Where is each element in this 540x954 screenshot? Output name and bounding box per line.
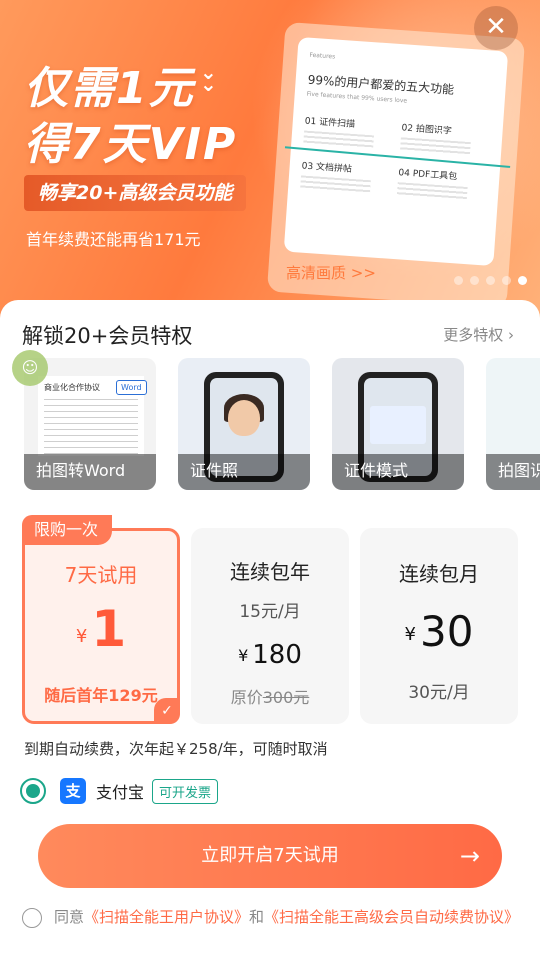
close-icon: ✕: [485, 12, 507, 42]
plan-price: ¥180: [238, 640, 302, 670]
plan-price: ¥1: [75, 600, 127, 658]
plan-per-month: 30元/月: [408, 683, 470, 703]
preview-small-label: Features: [309, 51, 336, 61]
preview-item: 03 文档拼帖: [300, 158, 391, 195]
plan-yearly[interactable]: 连续包年 15元/月 ¥180 原价300元: [191, 528, 349, 724]
check-icon: ✓: [154, 698, 180, 724]
feature-label: 证件模式: [332, 454, 464, 490]
alipay-icon: 支: [60, 778, 86, 804]
android-icon: ☺: [12, 350, 48, 386]
chevron-right-icon: ›: [508, 326, 514, 344]
invoice-badge: 可开发票: [152, 778, 219, 804]
plan-name: 连续包月: [399, 562, 479, 586]
carousel-dot[interactable]: [470, 276, 479, 285]
radio-selected[interactable]: [20, 778, 46, 804]
renewal-note: 到期自动续费，次年起￥258/年，可随时取消: [24, 740, 328, 758]
headline-line2: 得7天VIP: [24, 119, 238, 170]
plan-name: 连续包年: [230, 560, 310, 584]
agreement-text: 同意《扫描全能王用户协议》和《扫描全能王高级会员自动续费协议》: [54, 908, 520, 926]
close-button[interactable]: ✕: [474, 6, 518, 50]
agreement: 同意《扫描全能王用户协议》和《扫描全能王高级会员自动续费协议》: [22, 906, 522, 928]
carousel-dot[interactable]: [502, 276, 511, 285]
preview-item: 02 拍图识字: [399, 120, 491, 157]
features-pill: 畅享20+高级会员功能: [24, 175, 247, 211]
start-trial-button[interactable]: 立即开启7天试用 →: [38, 824, 502, 888]
plan-after-price: 随后首年129元: [44, 686, 158, 705]
feature-label: 拍图转Word: [24, 454, 156, 490]
feature-card-id-mode[interactable]: 证件模式: [332, 358, 464, 490]
more-privileges-link[interactable]: 更多特权 ›: [443, 324, 514, 345]
plan-original-price: 原价300元: [230, 688, 310, 707]
limited-tag: 限购一次: [22, 515, 113, 545]
purchase-sheet: 解锁20+会员特权 更多特权 › 商业化合作协议 Word 拍图转Word 证件…: [0, 300, 540, 954]
carousel-dot[interactable]: [454, 276, 463, 285]
cta-label: 立即开启7天试用: [201, 845, 339, 866]
preview-item: 01 证件扫描: [303, 114, 394, 151]
auto-renew-agreement-link[interactable]: 《扫描全能王高级会员自动续费协议》: [264, 908, 519, 926]
double-chevron-down-icon: ⌄ ⌄: [200, 60, 217, 96]
plan-monthly[interactable]: 连续包月 ¥30 30元/月: [360, 528, 518, 724]
payment-method-alipay[interactable]: 支 支付宝 可开发票: [20, 776, 219, 806]
preview-item: 04 PDF工具包: [396, 165, 488, 202]
feature-card-photo-ocr[interactable]: 拍图识: [486, 358, 540, 490]
feature-label: 拍图识: [486, 454, 540, 490]
save-text: 首年续费还能再省171元: [26, 230, 201, 249]
payment-name: 支付宝: [96, 783, 145, 802]
user-agreement-link[interactable]: 《扫描全能王用户协议》: [84, 908, 249, 926]
plan-trial[interactable]: 限购一次 7天试用 ¥1 随后首年129元 ✓: [22, 515, 180, 724]
feature-carousel[interactable]: 商业化合作协议 Word 拍图转Word 证件照 证件模式 拍图识: [0, 358, 540, 494]
agree-radio[interactable]: [22, 908, 42, 928]
hd-quality-link[interactable]: 高清画质 >>: [286, 262, 376, 283]
plan-name: 7天试用: [64, 563, 138, 587]
feature-label: 证件照: [178, 454, 310, 490]
promo-banner: 仅需1元 ⌄ ⌄ 得7天VIP 畅享20+高级会员功能 首年续费还能再省171元 …: [0, 0, 540, 330]
carousel-dot[interactable]: [486, 276, 495, 285]
headline-line1: 仅需1元: [24, 63, 195, 114]
section-title: 解锁20+会员特权: [22, 324, 193, 348]
plan-per-month: 15元/月: [239, 602, 301, 622]
preview-document: Features 99%的用户都爱的五大功能 Five features tha…: [283, 36, 511, 267]
arrow-right-icon: →: [459, 842, 480, 870]
feature-card-id-photo[interactable]: 证件照: [178, 358, 310, 490]
word-icon: Word: [116, 380, 147, 395]
plan-price: ¥30: [404, 607, 474, 656]
carousel-dots: [454, 276, 527, 285]
carousel-dot-active[interactable]: [518, 276, 527, 285]
